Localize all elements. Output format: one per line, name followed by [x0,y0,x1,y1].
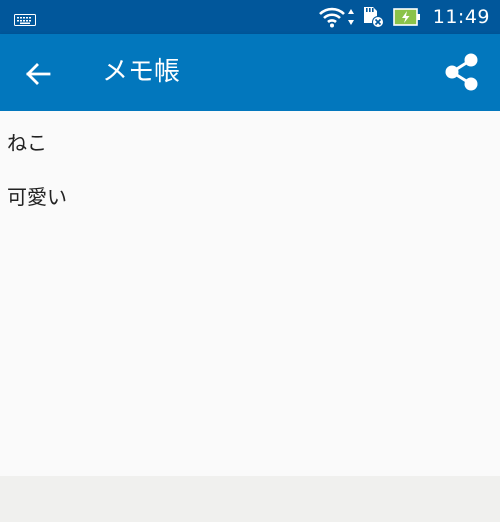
arrow-left-icon [26,63,51,85]
memo-line: 可愛い [7,185,67,209]
share-button[interactable] [442,52,482,92]
memo-content[interactable]: ねこ 可愛い [0,111,500,476]
sd-card-icon [361,5,385,29]
wifi-icon [318,6,346,28]
keyboard-icon [14,11,36,26]
app-bar: メモ帳 [0,34,500,111]
status-time: 11:49 [432,6,490,28]
status-bar: 11:49 [0,0,500,34]
back-button[interactable] [20,56,56,92]
bottom-area [0,476,500,522]
share-icon [445,53,478,91]
memo-line: ねこ [7,131,47,155]
data-arrows-icon [347,7,355,27]
page-title: メモ帳 [102,57,181,87]
battery-charging-icon [392,8,421,26]
